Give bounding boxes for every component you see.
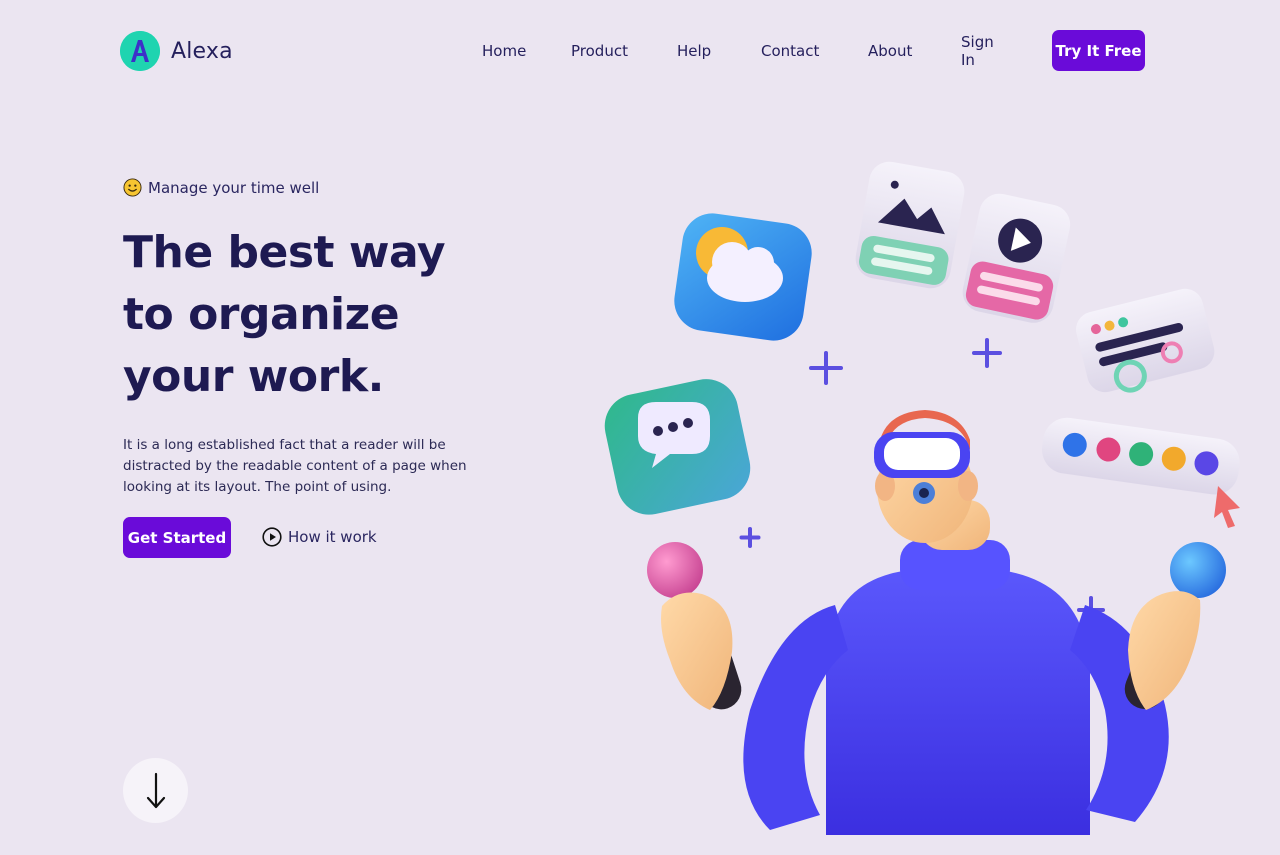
try-it-free-button[interactable]: Try It Free — [1052, 30, 1145, 71]
nav-home[interactable]: Home — [482, 42, 526, 60]
video-card-icon — [962, 193, 1071, 323]
play-circle-icon — [262, 527, 282, 547]
smiley-icon — [123, 178, 142, 197]
arrow-down-icon — [146, 772, 165, 808]
site-header: Alexa Home Product Help Contact About Si… — [0, 0, 1280, 100]
weather-app-icon — [674, 213, 812, 341]
hero-headline: The best way to organize your work. — [123, 222, 563, 408]
scroll-down-button[interactable] — [123, 758, 188, 823]
settings-card-icon — [1076, 288, 1215, 393]
hero-description: It is a long established fact that a rea… — [123, 437, 467, 495]
logo-icon — [120, 31, 160, 71]
nav-about[interactable]: About — [868, 42, 912, 60]
nav-contact[interactable]: Contact — [761, 42, 819, 60]
headline-line-2: to organize — [123, 289, 400, 340]
color-palette-icon — [1042, 417, 1240, 495]
chat-app-icon — [604, 379, 751, 515]
how-it-works-label: How it work — [288, 528, 377, 546]
logo[interactable]: Alexa — [120, 31, 233, 71]
tagline-text: Manage your time well — [148, 178, 320, 197]
brand-name: Alexa — [171, 38, 233, 64]
nav-product[interactable]: Product — [571, 42, 628, 60]
headline-line-1: The best way — [123, 227, 446, 278]
nav-help[interactable]: Help — [677, 42, 711, 60]
tagline: Manage your time well — [123, 178, 319, 197]
image-card-icon — [855, 161, 965, 289]
cursor-icon — [1214, 486, 1240, 528]
how-it-works-link[interactable]: How it work — [262, 527, 377, 547]
get-started-button[interactable]: Get Started — [123, 517, 231, 558]
headline-line-3: your work. — [123, 351, 384, 402]
hero-illustration — [604, 161, 1240, 835]
nav-sign-in[interactable]: Sign In — [961, 33, 994, 69]
